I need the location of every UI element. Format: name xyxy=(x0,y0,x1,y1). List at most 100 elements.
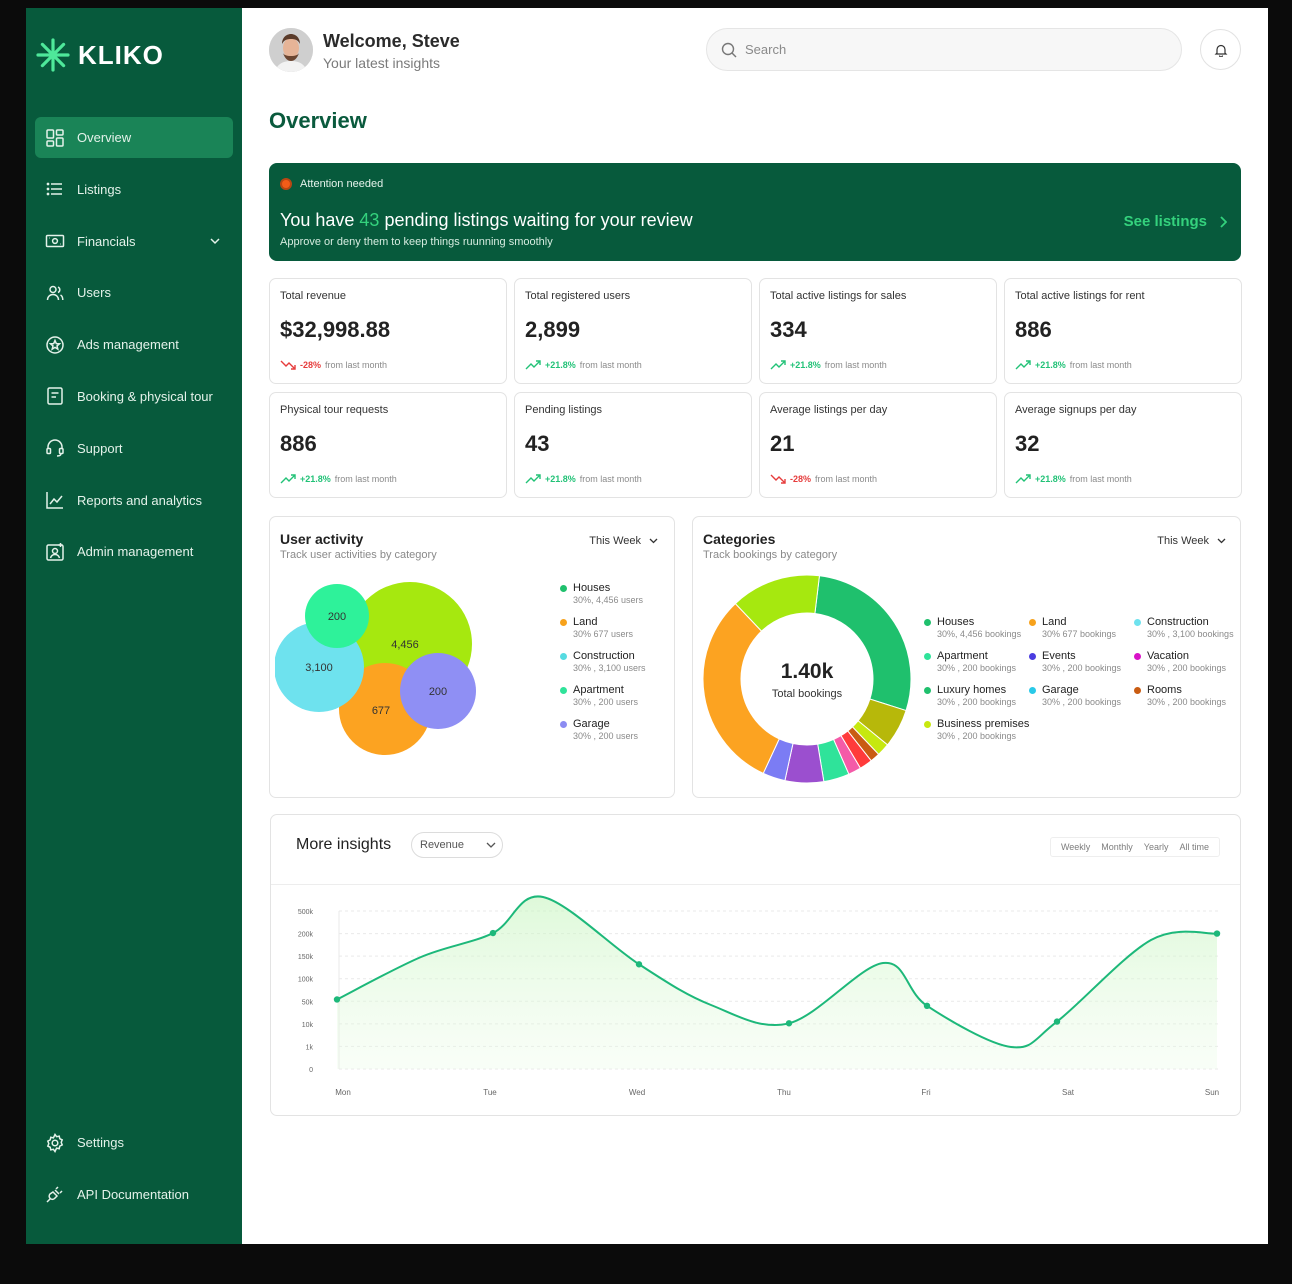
data-point[interactable] xyxy=(1053,1018,1061,1025)
stat-trend: -28% from last month xyxy=(280,360,387,370)
chevron-down-icon[interactable] xyxy=(209,235,221,247)
chevron-down-icon xyxy=(649,538,658,544)
legend-detail: 30% , 200 bookings xyxy=(937,731,1017,741)
trend-down-icon xyxy=(770,474,786,484)
bubble-label: 200 xyxy=(328,611,346,623)
legend-dot-icon xyxy=(560,618,567,626)
banner-message: You have 43 pending listings waiting for… xyxy=(280,210,693,231)
sidebar-item-overview[interactable]: Overview xyxy=(35,117,233,158)
period-select[interactable]: This Week xyxy=(1157,535,1226,547)
money-icon xyxy=(45,234,65,248)
tab-yearly[interactable]: Yearly xyxy=(1140,842,1173,852)
chevron-right-icon xyxy=(1220,215,1227,228)
metric-select[interactable]: Revenue xyxy=(411,832,503,858)
donut-segment[interactable] xyxy=(702,602,780,775)
page-title: Overview xyxy=(269,108,367,133)
avatar[interactable] xyxy=(269,28,313,72)
bubble-label: 3,100 xyxy=(305,662,333,674)
brand-name: KLIKO xyxy=(78,39,164,70)
data-point[interactable] xyxy=(489,929,497,937)
stat-label: Pending listings xyxy=(525,404,603,416)
legend-dot-icon xyxy=(1029,686,1036,694)
stat-trend: -28% from last month xyxy=(770,474,877,484)
more-insights-card: More insights Revenue Weekly Monthly Yea… xyxy=(270,814,1241,1116)
legend-item: Houses 30%, 4,456 users xyxy=(560,582,643,605)
sidebar-item-financials[interactable]: Financials xyxy=(35,221,233,262)
y-tick-label: 100k xyxy=(298,977,314,984)
legend-detail: 30%, 4,456 users xyxy=(573,595,644,605)
sidebar-item-label: Financials xyxy=(77,233,136,249)
admin-icon xyxy=(46,542,64,561)
trend-value: +21.8% xyxy=(790,360,821,370)
sidebar-item-listings[interactable]: Listings xyxy=(35,169,233,210)
stat-label: Total active listings for sales xyxy=(770,290,907,302)
y-tick-label: 0 xyxy=(309,1067,313,1074)
trend-up-icon xyxy=(1015,474,1031,484)
legend-item: Events 30% , 200 bookings xyxy=(1029,650,1121,673)
star-badge-icon xyxy=(46,335,64,354)
tab-monthly[interactable]: Monthly xyxy=(1097,842,1137,852)
user-activity-card: User activity Track user activities by c… xyxy=(269,516,675,798)
user-avatar-image xyxy=(269,28,313,72)
trend-suffix: from last month xyxy=(1069,474,1132,484)
list-icon xyxy=(46,182,62,196)
x-tick-label: Fri xyxy=(921,1088,931,1097)
trend-suffix: from last month xyxy=(579,360,642,370)
x-tick-label: Thu xyxy=(777,1088,791,1097)
tab-all-time[interactable]: All time xyxy=(1175,842,1213,852)
sidebar-item-label: Booking & physical tour xyxy=(77,388,213,404)
period-select[interactable]: This Week xyxy=(589,535,658,547)
legend-label: Houses xyxy=(573,582,611,594)
stat-card: Average signups per day 32 +21.8% from la… xyxy=(1004,392,1242,498)
legend-dot-icon xyxy=(924,618,931,626)
stat-trend: +21.8% from last month xyxy=(280,474,397,484)
attention-banner: Attention needed You have 43 pending lis… xyxy=(269,163,1241,261)
time-range-tabs: Weekly Monthly Yearly All time xyxy=(1049,837,1220,857)
legend-label: Construction xyxy=(573,650,635,662)
brand-logo[interactable]: KLIKO xyxy=(36,38,164,72)
legend-label: Luxury homes xyxy=(937,684,1007,696)
stat-value: 21 xyxy=(770,431,795,456)
chart-icon xyxy=(46,492,63,509)
sidebar-item-reports[interactable]: Reports and analytics xyxy=(35,480,233,521)
stat-value: 334 xyxy=(770,317,807,342)
legend-label: Garage xyxy=(1042,684,1079,696)
data-point[interactable] xyxy=(635,961,643,968)
sidebar-item-users[interactable]: Users xyxy=(35,272,233,313)
sidebar-item-label: Ads management xyxy=(77,337,179,353)
legend-label: Garage xyxy=(573,718,610,730)
stat-card: Pending listings 43 +21.8% from last mont… xyxy=(514,392,752,498)
notifications-button[interactable] xyxy=(1200,29,1241,70)
sidebar-item-settings[interactable]: Settings xyxy=(35,1122,233,1163)
tab-weekly[interactable]: Weekly xyxy=(1057,842,1094,852)
data-point[interactable] xyxy=(1213,930,1221,937)
data-point[interactable] xyxy=(923,1002,931,1009)
trend-up-icon xyxy=(280,474,296,484)
data-point[interactable] xyxy=(333,996,341,1003)
legend-dot-icon xyxy=(924,652,931,660)
sidebar-item-ads-management[interactable]: Ads management xyxy=(35,324,233,365)
trend-suffix: from last month xyxy=(815,474,878,484)
legend-label: Events xyxy=(1042,650,1076,662)
sidebar-item-label: API Documentation xyxy=(77,1186,190,1202)
legend-label: Rooms xyxy=(1147,684,1182,696)
revenue-line-chart: 0 1k 10k 50k 100k 150k 200k 500k Mon Tue Wed Thu Fri… xyxy=(298,895,1221,1097)
sidebar-item-booking[interactable]: Booking & physical tour xyxy=(35,376,233,417)
sidebar-item-support[interactable]: Support xyxy=(35,428,233,469)
data-point[interactable] xyxy=(785,1020,793,1027)
sidebar-item-api-documentation[interactable]: API Documentation xyxy=(35,1174,233,1215)
search-input[interactable]: Search xyxy=(706,28,1182,71)
legend-detail: 30% , 200 users xyxy=(573,697,639,707)
users-icon xyxy=(46,285,64,300)
legend-name: Houses xyxy=(924,616,1021,628)
chevron-down-icon xyxy=(486,842,496,848)
legend-dot-icon xyxy=(1029,618,1036,626)
legend-name: Events xyxy=(1029,650,1121,662)
donut-center-label: Total bookings xyxy=(772,688,843,700)
see-listings-link[interactable]: See listings xyxy=(1124,213,1227,230)
legend-dot-icon xyxy=(924,686,931,694)
legend-name: Land xyxy=(1029,616,1116,628)
sidebar-item-admin-management[interactable]: Admin management xyxy=(35,531,233,572)
trend-value: +21.8% xyxy=(545,474,576,484)
legend-name: Apartment xyxy=(924,650,1016,662)
